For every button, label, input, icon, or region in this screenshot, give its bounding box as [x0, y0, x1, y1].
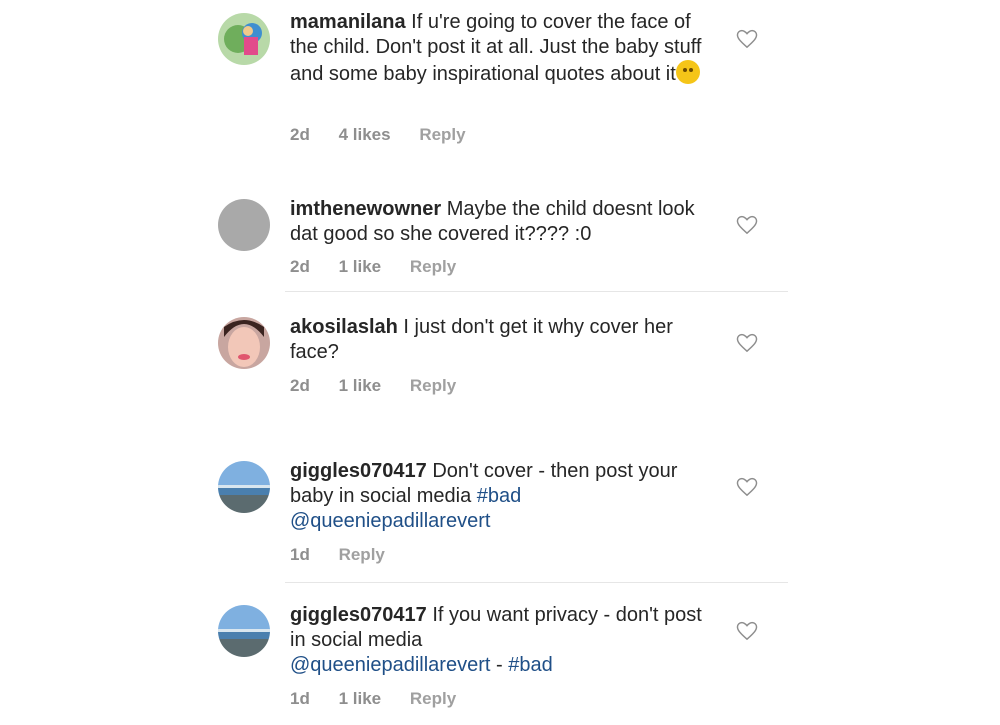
username[interactable]: giggles070417 [290, 460, 427, 482]
heart-outline-icon[interactable] [736, 215, 758, 235]
divider [285, 291, 788, 292]
avatar[interactable] [218, 13, 270, 65]
comment-meta: 1d Reply [290, 545, 409, 565]
likes-count[interactable]: 4 likes [339, 125, 391, 144]
comment-text: akosilaslah I just don't get it why cove… [290, 315, 710, 365]
hashtag-link[interactable]: #bad [477, 485, 522, 507]
avatar[interactable] [218, 317, 270, 369]
comment-meta: 1d 1 like Reply [290, 689, 480, 709]
comment-meta: 2d 1 like Reply [290, 376, 480, 396]
reply-button[interactable]: Reply [410, 257, 456, 276]
smiling-face-icon [675, 60, 700, 84]
reply-button[interactable]: Reply [419, 125, 465, 144]
heart-outline-icon[interactable] [736, 621, 758, 641]
divider [285, 582, 788, 583]
timestamp: 2d [290, 125, 310, 144]
reply-button[interactable]: Reply [410, 376, 456, 395]
timestamp: 1d [290, 689, 310, 708]
comment-text: giggles070417 Don't cover - then post yo… [290, 459, 710, 534]
mention-link[interactable]: @queeniepadillarevert [290, 510, 490, 532]
likes-count[interactable]: 1 like [339, 689, 382, 708]
likes-count[interactable]: 1 like [339, 257, 382, 276]
timestamp: 2d [290, 376, 310, 395]
comment-text: mamanilana If u're going to cover the fa… [290, 10, 710, 87]
reply-button[interactable]: Reply [410, 689, 456, 708]
avatar[interactable] [218, 199, 270, 251]
comment-text: giggles070417 If you want privacy - don'… [290, 603, 710, 678]
heart-outline-icon[interactable] [736, 333, 758, 353]
comment-text: imthenewowner Maybe the child doesnt loo… [290, 197, 710, 247]
username[interactable]: imthenewowner [290, 198, 441, 220]
avatar[interactable] [218, 605, 270, 657]
avatar[interactable] [218, 461, 270, 513]
username[interactable]: giggles070417 [290, 604, 427, 626]
hashtag-link[interactable]: #bad [508, 654, 553, 676]
timestamp: 1d [290, 545, 310, 564]
mention-link[interactable]: @queeniepadillarevert [290, 654, 490, 676]
comment-meta: 2d 1 like Reply [290, 257, 480, 277]
reply-button[interactable]: Reply [339, 545, 385, 564]
username[interactable]: akosilaslah [290, 316, 398, 338]
heart-outline-icon[interactable] [736, 477, 758, 497]
separator-text: - [490, 654, 509, 676]
username[interactable]: mamanilana [290, 11, 406, 33]
comment-meta: 2d 4 likes Reply [290, 125, 490, 145]
heart-outline-icon[interactable] [736, 29, 758, 49]
timestamp: 2d [290, 257, 310, 276]
likes-count[interactable]: 1 like [339, 376, 382, 395]
